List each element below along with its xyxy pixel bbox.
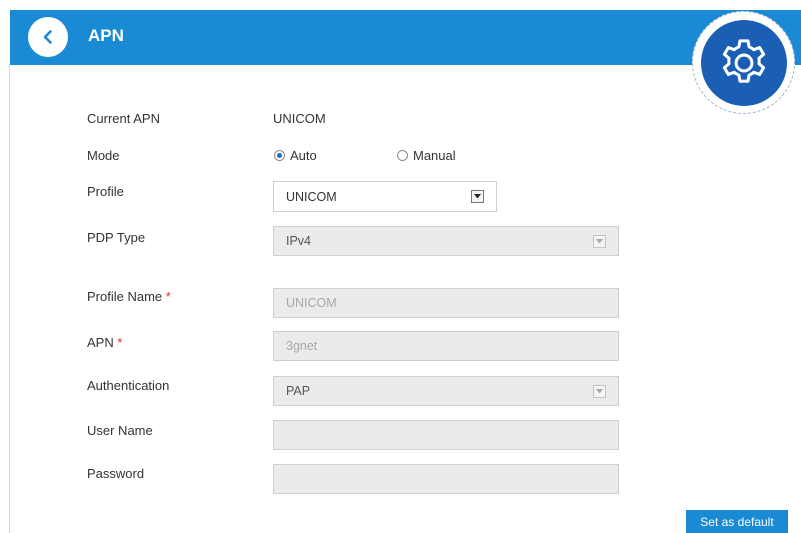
- profile-label: Profile: [87, 184, 124, 199]
- required-marker: *: [165, 289, 171, 304]
- mode-auto-radio[interactable]: Auto: [274, 148, 317, 163]
- mode-manual-radio[interactable]: Manual: [397, 148, 456, 163]
- back-button[interactable]: [28, 17, 68, 57]
- pdp-type-label: PDP Type: [87, 230, 146, 245]
- settings-badge: [692, 11, 795, 114]
- radio-unselected-icon: [397, 150, 408, 161]
- apn-label: APN *: [87, 335, 123, 350]
- pdp-type-select[interactable]: IPv4: [273, 226, 619, 256]
- required-marker: *: [117, 335, 123, 350]
- apn-input[interactable]: 3gnet: [273, 331, 619, 361]
- current-apn-value: UNICOM: [273, 111, 326, 126]
- content-border: [9, 65, 10, 533]
- mode-label: Mode: [87, 148, 120, 163]
- profile-name-label: Profile Name *: [87, 289, 171, 304]
- gear-icon: [722, 38, 765, 83]
- caret-down-icon: [593, 235, 606, 248]
- header-bar: [10, 10, 801, 65]
- authentication-select[interactable]: PAP: [273, 376, 619, 406]
- user-name-label: User Name: [87, 423, 153, 438]
- user-name-input[interactable]: [273, 420, 619, 450]
- current-apn-label: Current APN: [87, 111, 160, 126]
- authentication-label: Authentication: [87, 378, 170, 393]
- profile-select[interactable]: UNICOM: [273, 181, 497, 212]
- chevron-left-icon: [43, 30, 52, 44]
- caret-down-icon: [471, 190, 484, 203]
- password-input[interactable]: [273, 464, 619, 494]
- password-label: Password: [87, 466, 145, 481]
- page-title: APN: [88, 26, 124, 45]
- profile-name-input[interactable]: UNICOM: [273, 288, 619, 318]
- radio-selected-icon: [274, 150, 285, 161]
- set-as-default-button[interactable]: Set as default: [686, 510, 788, 533]
- caret-down-icon: [593, 385, 606, 398]
